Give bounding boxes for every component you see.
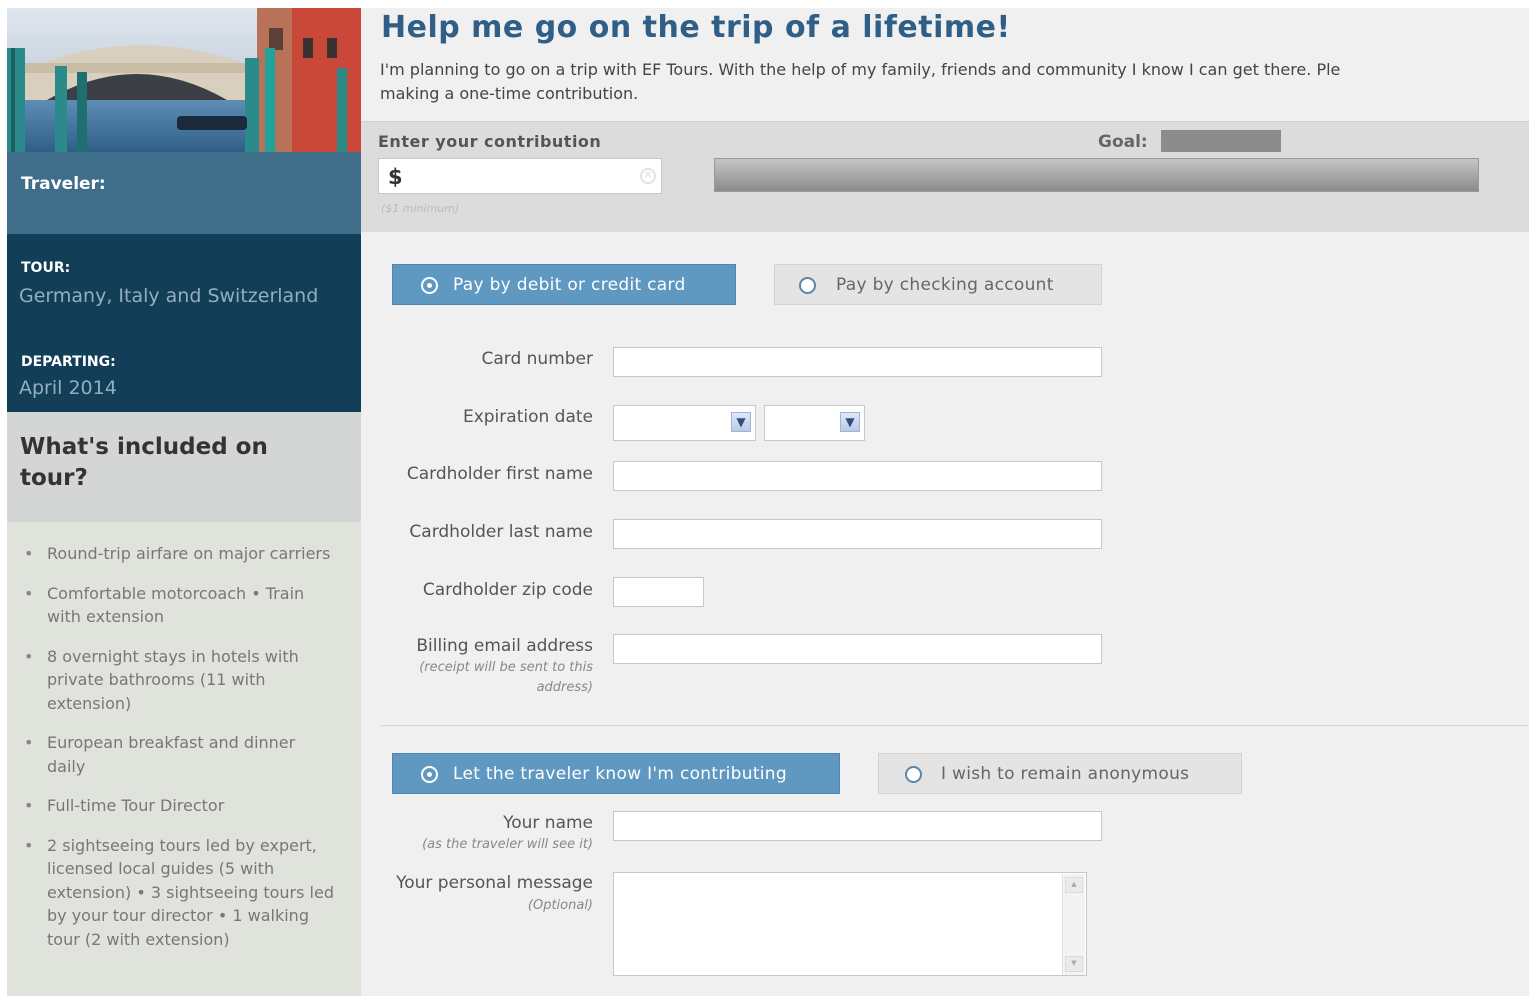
traveler-label: Traveler: <box>21 174 106 194</box>
radio-unselected-icon <box>905 766 922 783</box>
last-name-label: Cardholder last name <box>409 522 593 542</box>
message-note: (Optional) <box>527 898 593 913</box>
expiration-year-select[interactable]: ▼ <box>764 405 865 441</box>
zip-label: Cardholder zip code <box>422 580 593 600</box>
first-name-input[interactable] <box>613 461 1102 491</box>
radio-selected-icon <box>421 277 438 294</box>
radio-unselected-icon <box>799 277 816 294</box>
personal-message-textarea[interactable]: ▲ ▼ <box>613 872 1087 976</box>
amount-field[interactable]: $ ✕ <box>378 158 662 194</box>
section-divider <box>381 725 1529 726</box>
included-item: 8 overnight stays in hotels with private… <box>24 645 337 716</box>
sidebar: Traveler: TOUR: Germany, Italy and Switz… <box>7 8 361 996</box>
included-header: What's included on tour? <box>7 412 361 522</box>
expiration-month-select[interactable]: ▼ <box>613 405 756 441</box>
clear-icon[interactable]: ✕ <box>640 168 656 184</box>
radio-selected-icon <box>421 766 438 783</box>
tab-card-label: Pay by debit or credit card <box>453 275 686 295</box>
contribution-label: Enter your contribution <box>378 132 602 151</box>
tab-card-payment[interactable]: Pay by debit or credit card <box>392 264 736 305</box>
email-note: (receipt will be sent to this address) <box>419 660 593 695</box>
goal-value-redacted <box>1161 130 1281 152</box>
goal-label: Goal: <box>1098 132 1148 152</box>
chevron-down-icon[interactable]: ▼ <box>731 412 751 432</box>
message-label: Your personal message <box>396 873 593 893</box>
included-item: 2 sightseeing tours led by expert, licen… <box>24 834 337 952</box>
email-label: Billing email address <box>416 636 593 656</box>
currency-symbol: $ <box>388 165 403 189</box>
scrollbar[interactable]: ▲ ▼ <box>1062 874 1085 975</box>
venice-hero-image <box>7 8 361 152</box>
card-number-input[interactable] <box>613 347 1102 377</box>
intro-line-2: making a one-time contribution. <box>380 84 639 103</box>
tab-checking-payment[interactable]: Pay by checking account <box>774 264 1102 305</box>
scroll-down-icon[interactable]: ▼ <box>1065 956 1083 972</box>
included-item: European breakfast and dinner daily <box>24 731 337 778</box>
first-name-label: Cardholder first name <box>406 464 593 484</box>
tab-notify-traveler[interactable]: Let the traveler know I'm contributing <box>392 753 840 794</box>
tab-checking-label: Pay by checking account <box>836 275 1054 295</box>
zip-input[interactable] <box>613 577 704 607</box>
intro-line-1: I'm planning to go on a trip with EF Tou… <box>380 60 1341 79</box>
contribution-panel: Help me go on the trip of a lifetime! I'… <box>361 8 1529 996</box>
included-item: Full-time Tour Director <box>24 794 337 818</box>
departing-value: April 2014 <box>19 377 117 399</box>
email-input[interactable] <box>613 634 1102 664</box>
included-item: Comfortable motorcoach • Train with exte… <box>24 582 337 629</box>
page-title: Help me go on the trip of a lifetime! <box>381 10 1011 45</box>
your-name-label: Your name <box>503 813 593 833</box>
tab-anonymous[interactable]: I wish to remain anonymous <box>878 753 1242 794</box>
your-name-input[interactable] <box>613 811 1102 841</box>
tour-value: Germany, Italy and Switzerland <box>19 285 319 307</box>
card-number-label: Card number <box>481 349 593 369</box>
tab-anonymous-label: I wish to remain anonymous <box>941 764 1190 784</box>
amount-input[interactable] <box>413 164 637 190</box>
contribution-bar: Enter your contribution $ ✕ ($1 minimum)… <box>361 121 1529 232</box>
chevron-down-icon[interactable]: ▼ <box>840 412 860 432</box>
intro-text: I'm planning to go on a trip with EF Tou… <box>380 58 1525 110</box>
goal-progress-bar <box>714 158 1479 192</box>
your-name-note: (as the traveler will see it) <box>422 837 593 852</box>
included-item: Round-trip airfare on major carriers <box>24 542 337 566</box>
scroll-up-icon[interactable]: ▲ <box>1065 877 1083 893</box>
included-list: Round-trip airfare on major carriers Comf… <box>7 522 361 996</box>
tour-info-panel: TOUR: Germany, Italy and Switzerland DEP… <box>7 234 361 412</box>
tour-key: TOUR: <box>21 260 71 276</box>
departing-key: DEPARTING: <box>21 354 116 370</box>
minimum-note: ($1 minimum) <box>381 202 460 215</box>
last-name-input[interactable] <box>613 519 1102 549</box>
expiration-label: Expiration date <box>462 407 593 427</box>
included-title: What's included on tour? <box>20 434 268 491</box>
tab-notify-label: Let the traveler know I'm contributing <box>453 764 787 784</box>
traveler-panel: Traveler: <box>7 152 361 234</box>
